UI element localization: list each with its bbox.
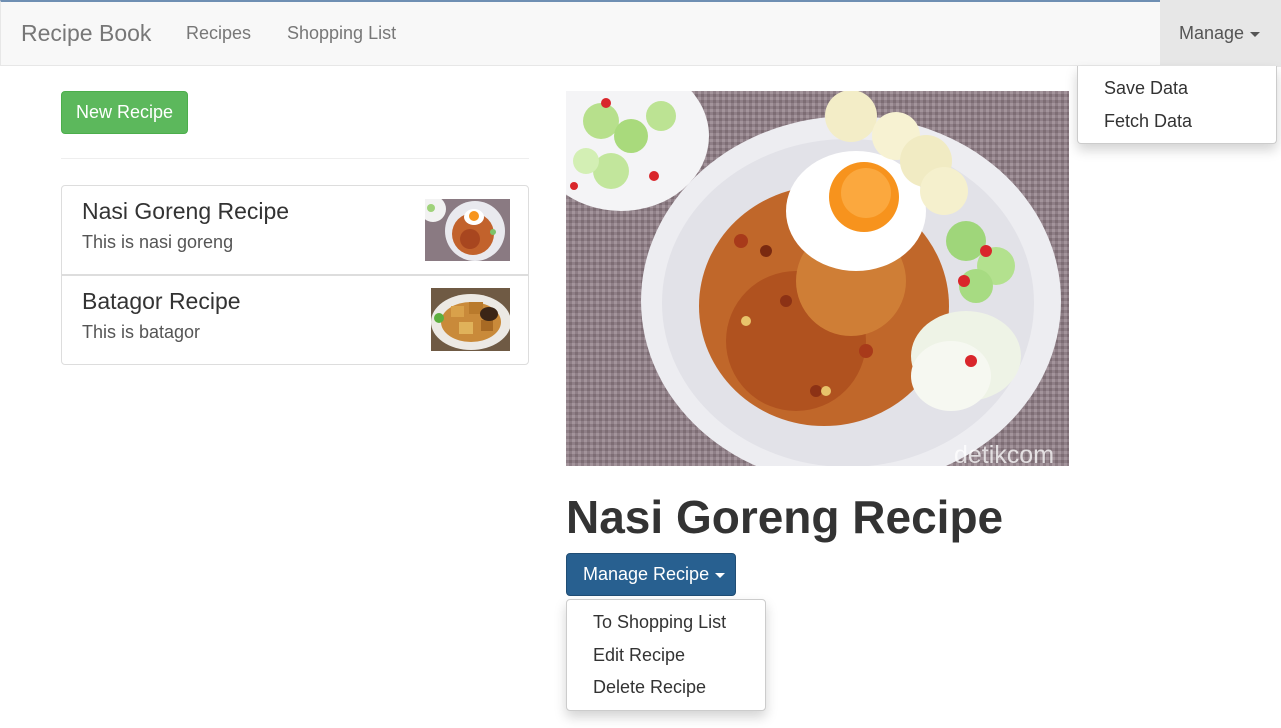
manage-recipe-label: Manage Recipe <box>583 564 710 584</box>
recipe-list-item-batagor[interactable]: Batagor Recipe This is batagor <box>61 275 529 365</box>
recipe-image: detikcom <box>566 91 1069 466</box>
recipe-description: This is batagor <box>82 322 201 342</box>
manage-dropdown-toggle[interactable]: Manage <box>1160 0 1281 67</box>
recipe-list-item-nasi-goreng[interactable]: Nasi Goreng Recipe This is nasi goreng <box>61 185 529 275</box>
recipe-thumbnail-nasi-goreng <box>425 199 510 261</box>
recipe-name: Batagor Recipe <box>82 288 241 314</box>
caret-down-icon <box>1250 31 1261 37</box>
nav-link-recipes[interactable]: Recipes <box>186 23 251 44</box>
manage-dropdown-menu: Save Data Fetch Data <box>1077 66 1277 144</box>
brand-link[interactable]: Recipe Book <box>21 20 151 47</box>
menu-item-edit-recipe[interactable]: Edit Recipe <box>593 645 685 666</box>
menu-item-save-data[interactable]: Save Data <box>1104 78 1188 99</box>
menu-item-fetch-data[interactable]: Fetch Data <box>1104 111 1192 132</box>
recipe-name: Nasi Goreng Recipe <box>82 198 290 224</box>
recipe-description: This is nasi goreng <box>82 232 234 252</box>
top-navbar: Recipe Book Recipes Shopping List Manage <box>0 0 1281 67</box>
menu-item-delete-recipe[interactable]: Delete Recipe <box>593 677 706 698</box>
divider <box>61 158 529 159</box>
recipe-thumbnail-batagor <box>431 288 510 351</box>
menu-item-to-shopping-list[interactable]: To Shopping List <box>593 612 726 633</box>
image-watermark: detikcom <box>954 441 1054 466</box>
manage-recipe-button[interactable]: Manage Recipe <box>566 553 736 596</box>
recipe-detail-title: Nasi Goreng Recipe <box>566 491 1004 543</box>
caret-down-icon <box>715 572 726 578</box>
manage-label: Manage <box>1179 23 1245 43</box>
nav-link-shopping-list[interactable]: Shopping List <box>287 23 396 44</box>
manage-recipe-dropdown-menu: To Shopping List Edit Recipe Delete Reci… <box>566 599 766 711</box>
new-recipe-button[interactable]: New Recipe <box>61 91 188 134</box>
